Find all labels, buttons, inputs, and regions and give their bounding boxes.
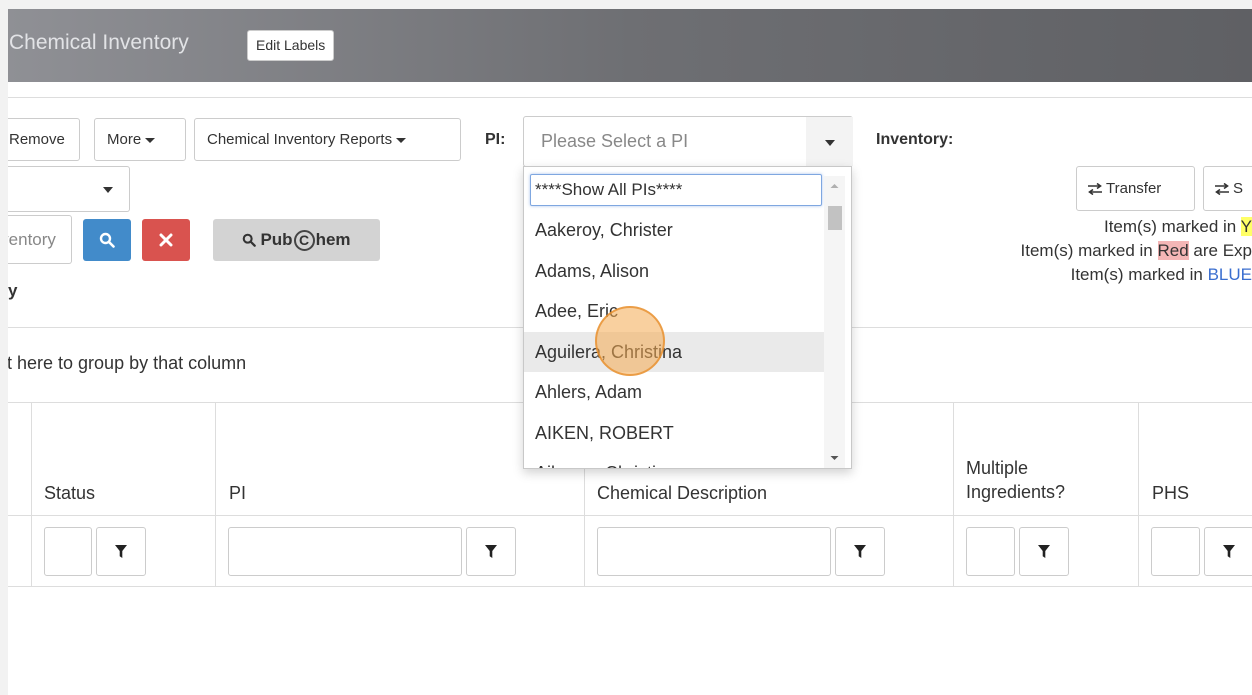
pi-option-hovered[interactable]: Aguilera, Christina [524, 331, 824, 372]
pi-option[interactable]: Aakeroy, Christer [524, 210, 824, 251]
app-header: Chemical Inventory Edit Labels [8, 9, 1252, 82]
legend-line-red: Item(s) marked in Red are Exp [1021, 241, 1252, 261]
inventory-select[interactable] [8, 166, 130, 212]
pi-option[interactable]: Ahlers, Adam [524, 372, 824, 413]
chemical-inventory-reports-button[interactable]: Chemical Inventory Reports [194, 118, 461, 161]
group-by-hint-text: it here to group by that column [8, 353, 247, 373]
triangle-down-icon [103, 187, 113, 193]
pi-option[interactable]: Adee, Eric [524, 291, 824, 332]
pi-dropdown: ****Show All PIs**** Aakeroy, Christer A… [523, 166, 852, 469]
transfer-label: Transfer [1106, 180, 1162, 197]
remove-label: Remove [9, 131, 65, 148]
legend-line-yellow: Item(s) marked in Y [1104, 217, 1252, 237]
legend-text: Item(s) marked in [1070, 265, 1208, 284]
scroll-down-icon[interactable] [824, 452, 845, 464]
column-divider [215, 402, 216, 587]
header-divider [8, 97, 1252, 98]
legend-yellow-highlight: Y [1240, 217, 1252, 236]
legend-line-blue: Item(s) marked in BLUE [1071, 265, 1252, 285]
chemical-description-filter-button[interactable] [835, 527, 885, 576]
filter-icon [485, 545, 497, 558]
chemical-description-filter-input[interactable] [597, 527, 831, 576]
pi-dropdown-list: Aakeroy, Christer Adams, Alison Adee, Er… [524, 210, 824, 468]
phs-filter-input[interactable] [1151, 527, 1200, 576]
grid-filter-divider [8, 586, 1252, 587]
edit-labels-button[interactable]: Edit Labels [247, 30, 335, 61]
legend-text: Item(s) marked in [1020, 241, 1158, 260]
pi-select-placeholder: Please Select a PI [541, 131, 689, 151]
pi-dropdown-scrollbar[interactable] [824, 176, 845, 468]
column-divider [1138, 402, 1139, 587]
status-filter-input[interactable] [44, 527, 92, 576]
search-icon [99, 232, 115, 248]
pi-dropdown-scroll-thumb[interactable] [828, 206, 842, 230]
column-divider [953, 402, 954, 587]
multiple-ingredients-filter-input[interactable] [966, 527, 1015, 576]
pubchem-button[interactable]: Pub Chem [213, 219, 380, 261]
more-label: More [107, 131, 142, 148]
second-action-button[interactable]: S [1203, 166, 1252, 211]
pi-filter-button[interactable] [466, 527, 516, 576]
transfer-button[interactable]: Transfer [1076, 166, 1195, 211]
scroll-up-icon[interactable] [824, 180, 845, 192]
caret-down-icon [145, 137, 156, 143]
pi-option[interactable]: AIKEN, ROBERT [524, 413, 824, 454]
legend-text: Item(s) marked in [1103, 217, 1241, 236]
filter-icon [115, 545, 127, 558]
column-header-chemical-description[interactable]: Chemical Description [597, 483, 767, 504]
search-button[interactable] [83, 219, 131, 261]
filter-icon [854, 545, 866, 558]
inventory-label: Inventory: [876, 131, 954, 148]
pubchem-prefix: Pub [260, 230, 293, 249]
legend-blue-highlight: BLUE [1207, 265, 1252, 284]
pi-select[interactable]: Please Select a PI [523, 116, 853, 167]
pubchem-suffix: hem [315, 230, 351, 249]
section-label-fragment: y [8, 281, 18, 300]
second-action-label: S [1233, 180, 1244, 197]
column-divider [31, 402, 32, 587]
caret-down-icon [396, 137, 407, 143]
group-by-hint: it here to group by that column [8, 353, 246, 374]
clear-search-button[interactable] [142, 219, 190, 261]
pi-label: PI: [485, 131, 506, 148]
column-header-multiple-ingredients[interactable]: Multiple Ingredients? [966, 456, 1116, 504]
exchange-icon [1215, 182, 1229, 196]
inventory-search-input[interactable]: Inventory [8, 215, 72, 264]
pi-dropdown-search[interactable]: ****Show All PIs**** [530, 174, 822, 206]
search-icon [243, 233, 257, 247]
page: Chemical Inventory Edit Labels Remove Mo… [8, 9, 1252, 695]
pi-option[interactable]: Aikman, Christine [524, 453, 824, 468]
triangle-down-icon [825, 140, 835, 146]
filter-icon [1223, 545, 1235, 558]
column-header-pi[interactable]: PI [229, 483, 246, 504]
filter-icon [1038, 545, 1050, 558]
exchange-icon [1088, 182, 1102, 196]
legend-text: are Exp [1188, 241, 1252, 260]
legend-red-highlight: Red [1157, 241, 1189, 260]
status-filter-button[interactable] [96, 527, 146, 576]
more-button[interactable]: More [94, 118, 186, 161]
phs-filter-button[interactable] [1204, 527, 1252, 576]
remove-button[interactable]: Remove [8, 118, 80, 161]
pi-option[interactable]: Adams, Alison [524, 251, 824, 292]
column-header-status[interactable]: Status [44, 483, 95, 504]
column-header-phs[interactable]: PHS [1152, 483, 1189, 504]
search-placeholder: Inventory [8, 230, 56, 249]
pubchem-c-logo: C [293, 229, 315, 251]
multiple-ingredients-filter-button[interactable] [1019, 527, 1069, 576]
pi-filter-input[interactable] [228, 527, 462, 576]
reports-label: Chemical Inventory Reports [207, 131, 393, 148]
grid-header-divider [8, 515, 1252, 516]
pi-select-arrow[interactable] [806, 117, 853, 166]
times-icon [159, 233, 173, 247]
page-title: Chemical Inventory [9, 31, 189, 54]
